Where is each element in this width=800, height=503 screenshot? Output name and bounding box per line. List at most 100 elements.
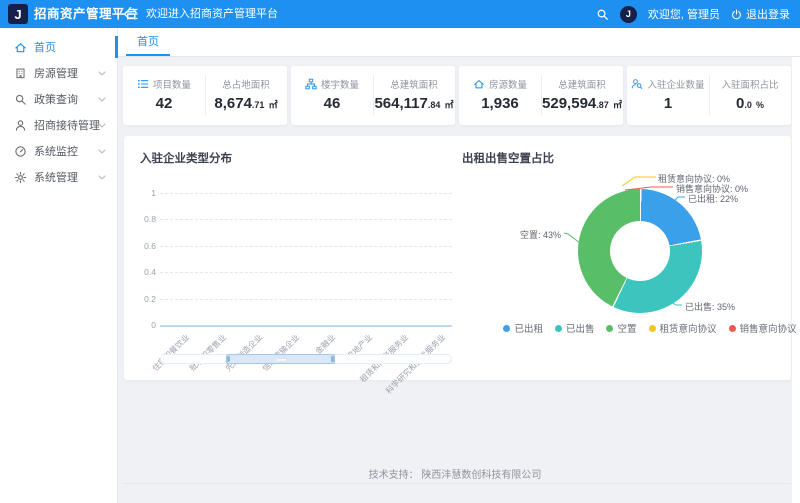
pie-label: 已出租: 22%: [688, 192, 738, 205]
pie-chart-title: 出租出售空置占比: [462, 150, 554, 166]
user-greeting: 欢迎您, 管理员: [648, 6, 720, 22]
pie-label: 已出售: 35%: [685, 300, 735, 313]
tab-home[interactable]: 首页: [126, 28, 170, 56]
sidebar-item-settings[interactable]: 系统管理: [0, 166, 118, 188]
chevron-down-icon: [98, 97, 106, 102]
sidebar-item-label: 首页: [34, 39, 56, 55]
pie-legend: 已出租 已出售 空置 租赁意向协议销售意向协议: [500, 321, 800, 335]
legend-dot: [606, 325, 613, 332]
sidebar-item-label: 系统管理: [34, 169, 78, 185]
stat-value: 42: [123, 95, 205, 112]
stat-label: 总建筑面积: [558, 77, 606, 91]
stat-label: 项目数量: [153, 77, 191, 91]
legend-label: 空置: [617, 321, 636, 335]
chevron-down-icon: [98, 149, 106, 154]
gridline: [160, 219, 452, 220]
legend-label: 已出售: [566, 321, 595, 335]
x-axis-line: [160, 325, 452, 327]
stat-card-buildings: 楼宇数量 46 总建筑面积 564,117.84 ㎡: [291, 66, 455, 125]
app-logo: J: [8, 4, 28, 24]
legend-item[interactable]: 已出租: [503, 321, 543, 335]
power-icon: [731, 9, 742, 20]
search-icon[interactable]: [596, 8, 609, 21]
sidebar-item-monitor[interactable]: 系统监控: [0, 140, 118, 162]
stat-value: 8,674.71 ㎡: [205, 95, 287, 112]
header: J 招商资产管理平台 欢迎进入招商资产管理平台 J 欢迎您, 管理员 退出登录: [0, 0, 800, 28]
sidebar-item-housing[interactable]: 房源管理: [0, 62, 118, 84]
chevron-down-icon: [98, 71, 106, 76]
monitor-icon: [14, 145, 27, 158]
sidebar: 首页 房源管理 政策查询 招商接待管理 系统监控 系统管理: [0, 28, 118, 503]
logout-label: 退出登录: [746, 6, 790, 22]
y-axis-tick: 1: [130, 188, 156, 198]
home-icon: [473, 78, 485, 90]
x-axis-label: 先进制造企业: [223, 332, 265, 374]
legend-label: 已出租: [514, 321, 543, 335]
gridline: [160, 272, 452, 273]
footer-text: 技术支持： 陕西沣慧数创科技有限公司: [118, 466, 792, 481]
datazoom-grip: [276, 359, 286, 361]
chevron-down-icon: [98, 175, 106, 180]
x-axis-label: 住宿和餐饮业: [150, 332, 192, 374]
stat-value: 1: [627, 95, 709, 112]
stat-label: 总建筑面积: [390, 77, 438, 91]
bar-plot: 10.80.60.40.20住宿和餐饮业批发和零售业先进制造企业信息传输企业金融…: [160, 193, 452, 325]
legend-dot: [555, 325, 562, 332]
logout-button[interactable]: 退出登录: [731, 6, 790, 22]
sidebar-item-home[interactable]: 首页: [0, 36, 118, 58]
stat-card-projects: 项目数量 42 总占地面积 8,674.71 ㎡: [123, 66, 287, 125]
stat-card-houses: 房源数量 1,936 总建筑面积 529,594.87 ㎡: [459, 66, 623, 125]
footer-divider: [124, 483, 791, 484]
sidebar-item-policy[interactable]: 政策查询: [0, 88, 118, 110]
legend-item[interactable]: 已出售: [555, 321, 595, 335]
y-axis-tick: 0.6: [130, 241, 156, 251]
app-window: J 招商资产管理平台 欢迎进入招商资产管理平台 J 欢迎您, 管理员 退出登录 …: [0, 0, 800, 503]
sidebar-item-label: 房源管理: [34, 65, 78, 81]
avatar[interactable]: J: [620, 6, 637, 23]
legend-item[interactable]: 租赁意向协议: [649, 321, 717, 335]
gridline: [160, 246, 452, 247]
x-axis-label: 信息传输企业: [260, 332, 302, 374]
bar-chart-title: 入驻企业类型分布: [140, 150, 232, 166]
y-axis-tick: 0: [130, 320, 156, 330]
stat-label: 入驻企业数量: [647, 77, 704, 91]
datazoom-window[interactable]: [226, 354, 335, 364]
gridline: [160, 193, 452, 194]
legend-dot: [649, 325, 656, 332]
legend-item[interactable]: 销售意向协议: [729, 321, 797, 335]
stat-card-enterprises: 入驻企业数量 1 入驻面积占比 0.0 %: [627, 66, 791, 125]
tab-bar: 首页: [118, 28, 800, 57]
home-icon: [14, 41, 27, 54]
datazoom-handle-left[interactable]: [227, 356, 230, 362]
stat-value: 1,936: [459, 95, 541, 112]
stat-label: 房源数量: [489, 77, 527, 91]
avatar-letter: J: [626, 9, 631, 19]
stat-value: 564,117.84 ㎡: [373, 95, 455, 112]
stat-label: 入驻面积占比: [721, 77, 778, 91]
legend-dot: [503, 325, 510, 332]
building-icon: [14, 67, 27, 80]
sidebar-item-reception[interactable]: 招商接待管理: [0, 114, 118, 136]
stat-value: 0.0 %: [709, 95, 791, 112]
sidebar-item-label: 招商接待管理: [34, 117, 100, 133]
charts-panel: 入驻企业类型分布 出租出售空置占比 10.80.60.40.20住宿和餐饮业批发…: [124, 136, 791, 380]
legend-item[interactable]: 空置: [606, 321, 636, 335]
donut-hole: [610, 221, 670, 281]
gridline: [160, 299, 452, 300]
y-axis-tick: 0.2: [130, 294, 156, 304]
sidebar-collapse-icon[interactable]: [123, 7, 138, 21]
legend-dot: [729, 325, 736, 332]
list-icon: [137, 78, 149, 90]
legend-label: 租赁意向协议: [660, 321, 717, 335]
welcome-text: 欢迎进入招商资产管理平台: [146, 0, 278, 28]
leader-line-yellow: [622, 177, 656, 186]
datazoom-handle-right[interactable]: [331, 356, 334, 362]
person-search-icon: [631, 78, 643, 90]
y-axis-tick: 0.4: [130, 267, 156, 277]
scrollbar-track[interactable]: [792, 57, 800, 503]
stat-label: 楼宇数量: [321, 77, 359, 91]
x-axis-label: 批发和零售业: [187, 332, 229, 374]
header-right: J 欢迎您, 管理员 退出登录: [596, 0, 790, 28]
pie-label: 空置: 43%: [520, 228, 561, 241]
stat-value: 529,594.87 ㎡: [541, 95, 623, 112]
